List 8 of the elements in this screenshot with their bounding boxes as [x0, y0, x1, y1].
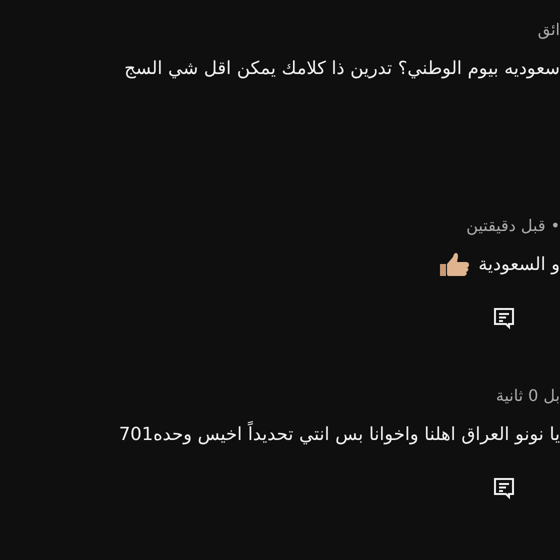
comment-text: سعوديه بيوم الوطني؟ تدرين ذا كلامك يمكن اقل شي السج [124, 57, 560, 81]
reply-icon[interactable] [492, 306, 516, 330]
comment-text: يا نونو العراق اهلنا واخوانا بس انتي تحديداً اخيس وحده701 [118, 422, 560, 448]
comment-time: بل 0 ثانية [496, 385, 560, 407]
comment-time: ائق [538, 19, 560, 41]
comment-text: و السعودية [478, 253, 560, 277]
comment-time: • قبل دقيقتين [466, 215, 560, 237]
reply-icon[interactable] [492, 476, 516, 500]
